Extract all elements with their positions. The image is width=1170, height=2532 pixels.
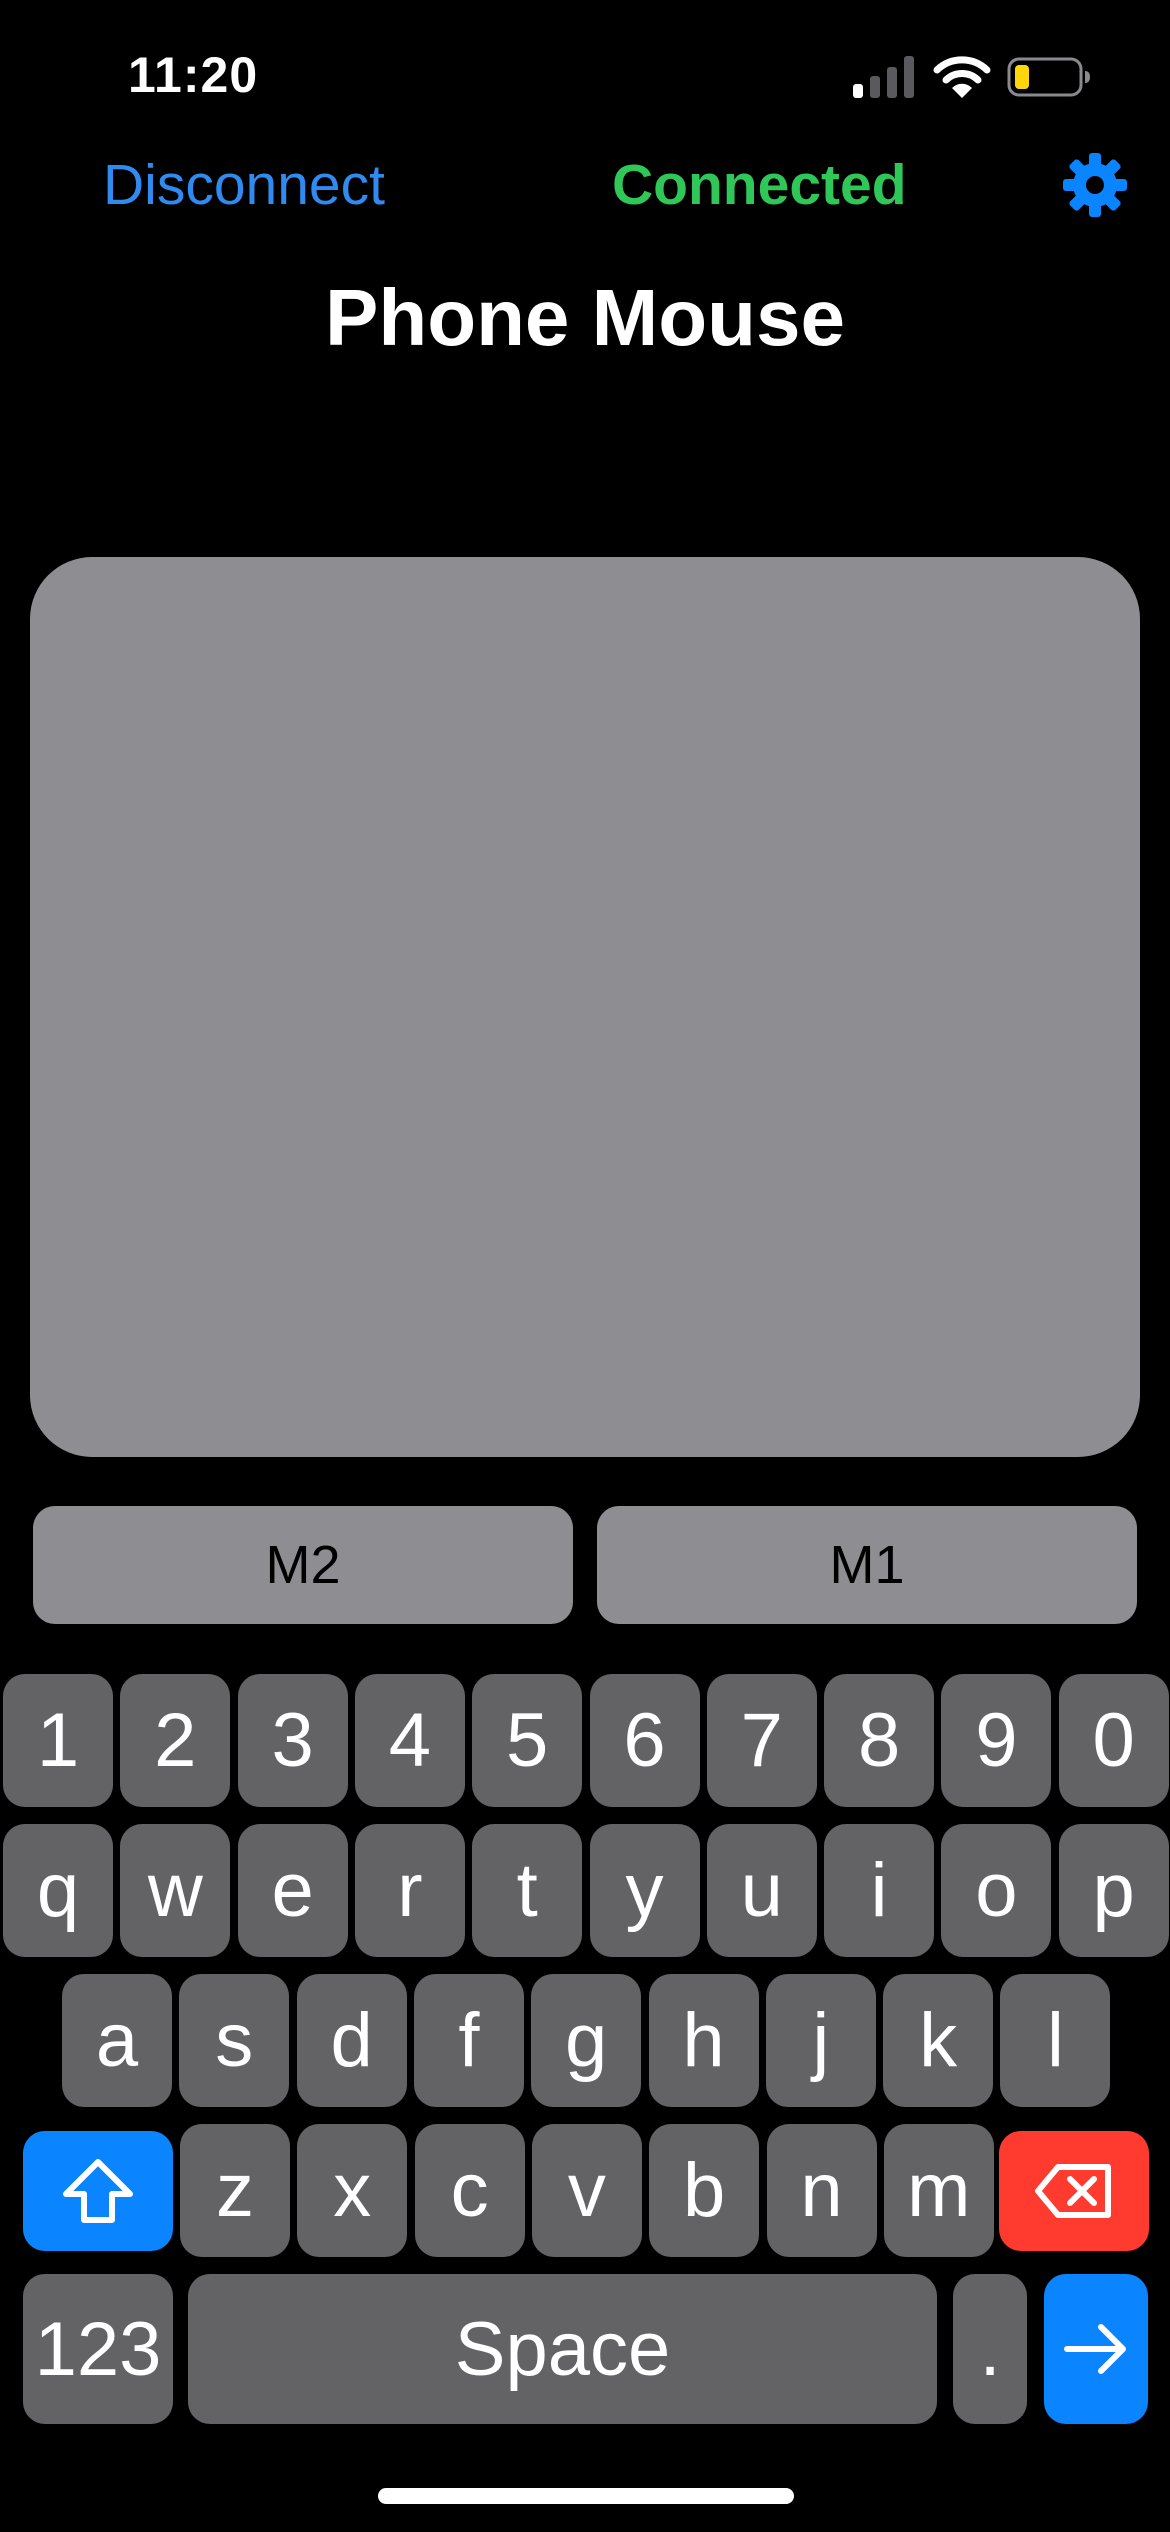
key-u-label: u [740,1848,783,1933]
key-z[interactable]: z [180,2124,290,2257]
status-time: 11:20 [128,47,259,103]
wifi-icon [933,56,991,98]
key-v[interactable]: v [531,2124,642,2257]
space-key[interactable]: Space [188,2274,937,2424]
key-v-label: v [567,2148,606,2233]
period-key-label: . [979,2306,1001,2392]
key-w-label: w [147,1848,203,1933]
key-7-label: 7 [740,1698,783,1783]
key-x[interactable]: x [297,2124,408,2257]
key-x-label: x [333,2148,372,2233]
key-2[interactable]: 2 [120,1674,231,1807]
space-key-label: Space [454,2306,671,2392]
numbers-mode-key-label: 123 [34,2306,162,2392]
cellular-signal-icon [853,56,914,98]
key-n[interactable]: n [766,2124,877,2257]
key-n-label: n [800,2148,843,2233]
key-m[interactable]: m [883,2124,994,2257]
key-7[interactable]: 7 [706,1674,817,1807]
key-z-label: z [216,2148,254,2233]
key-b-label: b [683,2148,726,2233]
key-e-label: e [271,1848,314,1933]
arrow-right-icon [1064,2324,1126,2374]
m1-button-label: M1 [829,1535,905,1595]
key-l-label: l [1046,1998,1064,2083]
key-m-label: m [907,2148,971,2233]
key-h-label: h [682,1998,725,2083]
key-t[interactable]: t [472,1824,583,1957]
trackpad-area[interactable] [30,557,1140,1457]
delete-key[interactable] [999,2131,1149,2251]
key-3[interactable]: 3 [237,1674,348,1807]
key-q[interactable]: q [3,1824,113,1957]
key-i-label: i [870,1848,888,1933]
key-4-label: 4 [388,1698,432,1783]
gear-icon[interactable] [1062,152,1128,218]
key-k[interactable]: k [883,1974,994,2107]
key-8-label: 8 [857,1698,901,1783]
period-key[interactable]: . [953,2274,1027,2424]
shift-key[interactable] [23,2131,173,2251]
shift-icon [63,2159,133,2223]
numbers-mode-key[interactable]: 123 [23,2274,173,2424]
battery-icon [1007,57,1090,97]
home-indicator[interactable] [378,2488,794,2504]
key-9[interactable]: 9 [941,1674,1052,1807]
key-y-label: y [625,1848,664,1933]
key-b[interactable]: b [649,2124,760,2257]
key-5-label: 5 [506,1698,549,1783]
key-4[interactable]: 4 [354,1674,465,1807]
key-o-label: o [975,1848,1018,1933]
delete-icon [1035,2164,1111,2218]
key-g[interactable]: g [531,1974,642,2107]
key-r[interactable]: r [354,1824,465,1957]
key-0-label: 0 [1092,1698,1135,1783]
key-3-label: 3 [271,1698,314,1783]
key-j-label: j [812,1998,830,2083]
key-l[interactable]: l [1000,1974,1111,2107]
key-6-label: 6 [623,1698,666,1783]
key-0[interactable]: 0 [1058,1674,1169,1807]
key-g-label: g [565,1998,608,2083]
m2-button[interactable]: M2 [33,1506,573,1624]
key-a-label: a [95,1998,139,2083]
key-6[interactable]: 6 [589,1674,700,1807]
key-r-label: r [397,1848,423,1933]
key-q-label: q [36,1848,80,1933]
key-d-label: d [330,1998,373,2083]
key-1-label: 1 [36,1698,80,1783]
key-1[interactable]: 1 [3,1674,113,1807]
connection-status: Connected [612,153,907,217]
key-y[interactable]: y [589,1824,700,1957]
key-c[interactable]: c [414,2124,525,2257]
key-t-label: t [516,1848,538,1933]
key-2-label: 2 [154,1698,197,1783]
key-e[interactable]: e [237,1824,348,1957]
disconnect-button[interactable]: Disconnect [103,152,385,218]
key-o[interactable]: o [941,1824,1052,1957]
key-s[interactable]: s [179,1974,290,2107]
key-c-label: c [450,2148,489,2233]
key-k-label: k [919,1998,958,2083]
key-f-label: f [458,1998,480,2083]
page-title: Phone Mouse [324,273,846,362]
key-a[interactable]: a [62,1974,172,2107]
key-i[interactable]: i [824,1824,935,1957]
key-u[interactable]: u [706,1824,817,1957]
key-d[interactable]: d [296,1974,407,2107]
m1-button[interactable]: M1 [597,1506,1137,1624]
key-9-label: 9 [975,1698,1018,1783]
m2-button-label: M2 [265,1535,341,1595]
key-h[interactable]: h [648,1974,759,2107]
key-f[interactable]: f [413,1974,524,2107]
key-p[interactable]: p [1058,1824,1169,1957]
enter-key[interactable] [1044,2274,1148,2424]
key-8[interactable]: 8 [824,1674,935,1807]
key-p-label: p [1092,1848,1135,1933]
key-w[interactable]: w [120,1824,231,1957]
key-s-label: s [215,1998,254,2083]
key-j[interactable]: j [765,1974,876,2107]
key-5[interactable]: 5 [472,1674,583,1807]
